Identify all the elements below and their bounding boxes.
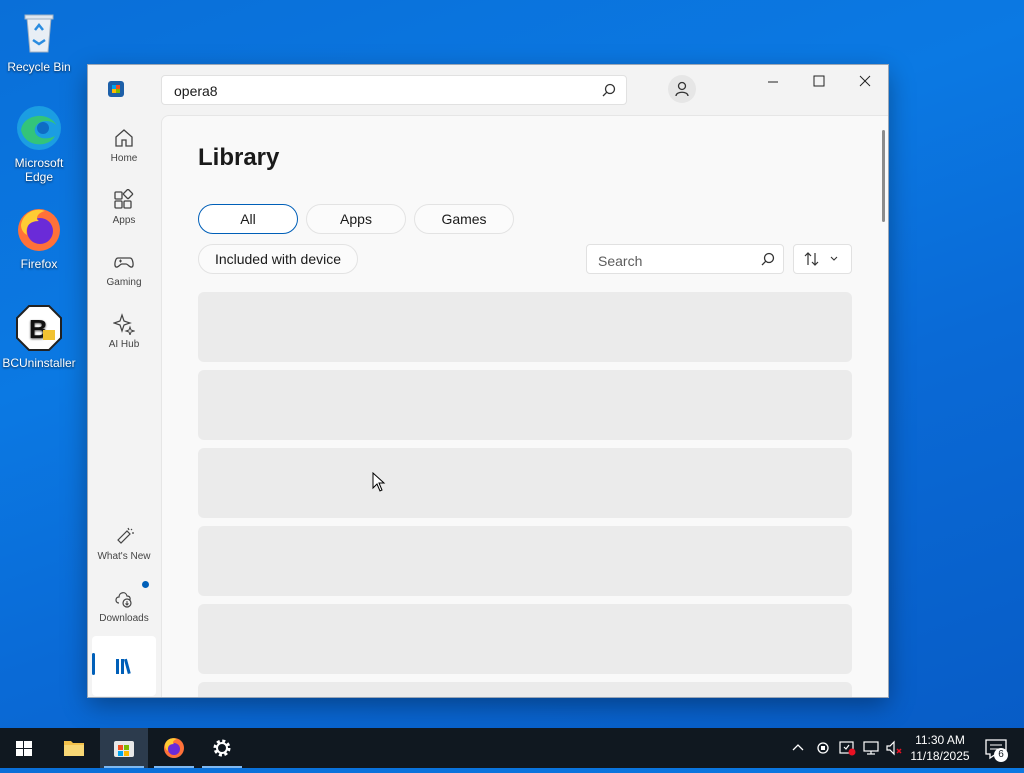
sidebar-item-label: Apps bbox=[112, 215, 136, 226]
sort-button[interactable] bbox=[793, 244, 852, 274]
security-tray-icon[interactable] bbox=[838, 739, 856, 757]
edge-icon bbox=[15, 104, 63, 152]
search-icon[interactable] bbox=[761, 252, 775, 271]
sidebar-item-whats-new[interactable]: What's New bbox=[92, 517, 156, 573]
store-bag-icon bbox=[114, 741, 134, 757]
person-icon bbox=[675, 81, 689, 97]
sidebar-item-label: What's New bbox=[97, 551, 151, 562]
cloud-download-icon bbox=[115, 592, 132, 608]
filter-games[interactable]: Games bbox=[414, 204, 514, 234]
gamepad-icon bbox=[114, 257, 134, 268]
sidebar-item-label: Home bbox=[110, 153, 138, 164]
desktop-icon-label: BCUninstaller bbox=[2, 356, 76, 370]
taskbar-file-explorer[interactable] bbox=[50, 728, 98, 768]
sparkle-icon bbox=[113, 313, 135, 335]
minimize-button[interactable] bbox=[750, 65, 796, 97]
maximize-button[interactable] bbox=[796, 65, 842, 97]
taskbar-firefox[interactable] bbox=[150, 728, 198, 768]
store-search-input[interactable] bbox=[172, 82, 576, 100]
store-logo-icon bbox=[108, 81, 124, 97]
desktop-icon-bcuninstaller[interactable]: B BCUninstaller bbox=[1, 304, 77, 370]
desktop-icon-label: Microsoft Edge bbox=[14, 156, 64, 184]
store-sidebar: Home Apps Gaming AI Hub What's New Downl… bbox=[88, 115, 160, 697]
sidebar-item-gaming[interactable]: Gaming bbox=[92, 243, 156, 299]
taskbar-microsoft-store[interactable] bbox=[100, 728, 148, 768]
sidebar-item-label: Gaming bbox=[106, 277, 142, 288]
notification-count-badge: 6 bbox=[994, 748, 1008, 762]
library-page: Library All Apps Games Included with dev… bbox=[161, 115, 888, 697]
library-icon bbox=[116, 658, 131, 675]
title-bar[interactable] bbox=[88, 65, 888, 115]
chevron-up-icon[interactable] bbox=[791, 739, 805, 757]
library-search-input[interactable] bbox=[596, 252, 750, 270]
camera-tray-icon[interactable] bbox=[815, 739, 831, 757]
minimize-icon bbox=[768, 81, 778, 83]
library-search-box[interactable] bbox=[586, 244, 784, 274]
mouse-cursor-icon bbox=[372, 472, 386, 492]
clock-date: 11/18/2025 bbox=[910, 749, 970, 763]
sidebar-item-apps[interactable]: Apps bbox=[92, 181, 156, 237]
taskbar: 11:30 AM 11/18/2025 6 bbox=[0, 728, 1024, 768]
loading-placeholder-row bbox=[198, 292, 852, 362]
sidebar-item-library[interactable] bbox=[92, 636, 156, 696]
close-button[interactable] bbox=[842, 65, 888, 97]
sidebar-item-home[interactable]: Home bbox=[92, 119, 156, 175]
account-avatar[interactable] bbox=[668, 75, 696, 103]
maximize-icon bbox=[813, 75, 825, 87]
windows-logo-icon bbox=[16, 741, 32, 756]
search-icon[interactable] bbox=[602, 83, 616, 102]
system-clock[interactable]: 11:30 AM 11/18/2025 bbox=[900, 732, 980, 764]
loading-placeholder-row bbox=[198, 448, 852, 518]
desktop-icon-edge[interactable]: Microsoft Edge bbox=[1, 104, 77, 184]
megaphone-icon bbox=[117, 527, 134, 544]
notification-center-button[interactable]: 6 bbox=[972, 728, 1020, 768]
sidebar-item-label: Downloads bbox=[99, 613, 149, 624]
home-icon bbox=[115, 129, 133, 147]
clock-time: 11:30 AM bbox=[915, 733, 965, 747]
desktop-icon-label: Firefox bbox=[20, 257, 58, 271]
firefox-icon bbox=[164, 738, 184, 758]
sidebar-item-downloads[interactable]: Downloads bbox=[92, 579, 156, 635]
close-icon bbox=[859, 75, 871, 87]
store-window: Home Apps Gaming AI Hub What's New Downl… bbox=[88, 65, 888, 697]
sidebar-item-ai-hub[interactable]: AI Hub bbox=[92, 305, 156, 361]
sort-icon bbox=[804, 252, 838, 266]
recycle-bin-icon bbox=[15, 8, 63, 56]
desktop-icon-firefox[interactable]: Firefox bbox=[1, 205, 77, 271]
scrollbar-thumb[interactable] bbox=[882, 130, 885, 222]
bcuninstaller-icon: B bbox=[15, 304, 63, 352]
desktop-icon-recycle-bin[interactable]: Recycle Bin bbox=[1, 8, 77, 74]
active-indicator bbox=[92, 653, 95, 675]
loading-placeholder-row bbox=[198, 682, 852, 697]
folder-icon bbox=[64, 741, 84, 756]
filter-all[interactable]: All bbox=[198, 204, 298, 234]
filter-apps[interactable]: Apps bbox=[306, 204, 406, 234]
notification-dot bbox=[142, 581, 149, 588]
loading-placeholder-row bbox=[198, 370, 852, 440]
filter-included-with-device[interactable]: Included with device bbox=[198, 244, 358, 274]
page-title: Library bbox=[198, 144, 280, 171]
firefox-icon bbox=[15, 205, 63, 253]
start-button[interactable] bbox=[0, 728, 48, 768]
loading-placeholder-row bbox=[198, 604, 852, 674]
apps-icon bbox=[114, 189, 134, 209]
taskbar-settings[interactable] bbox=[198, 728, 246, 768]
store-search-box[interactable] bbox=[161, 75, 627, 105]
network-icon[interactable] bbox=[862, 739, 880, 757]
sidebar-item-label: AI Hub bbox=[108, 339, 140, 350]
desktop-icon-label: Recycle Bin bbox=[7, 60, 71, 74]
notification-icon bbox=[985, 739, 1007, 760]
gear-icon bbox=[213, 739, 231, 757]
loading-placeholder-row bbox=[198, 526, 852, 596]
